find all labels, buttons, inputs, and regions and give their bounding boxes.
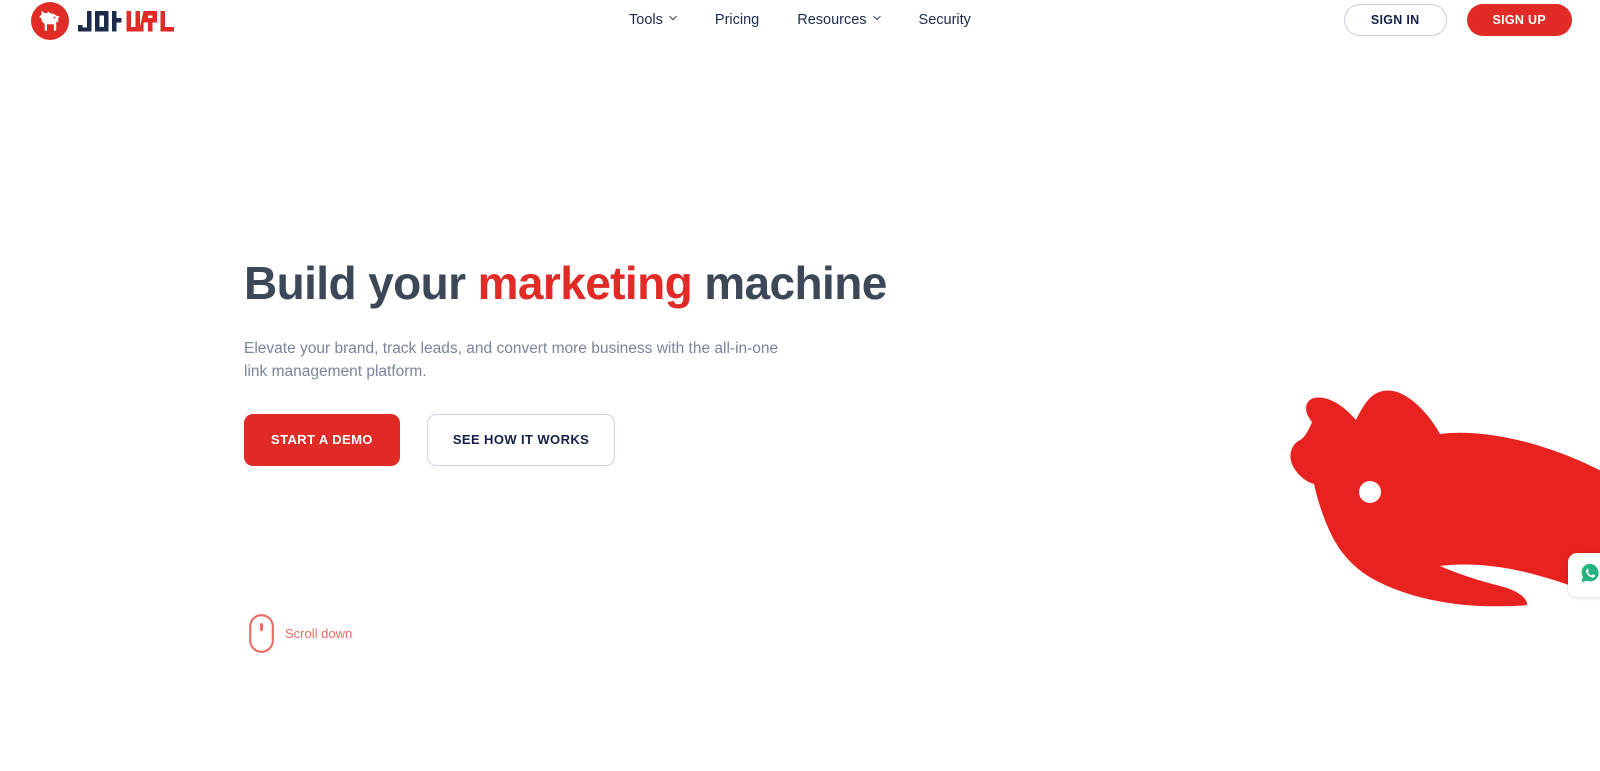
sign-in-button[interactable]: SIGN IN <box>1343 4 1447 36</box>
start-a-demo-button[interactable]: START A DEMO <box>244 413 400 466</box>
headline-accent-word: marketing <box>477 257 693 309</box>
scroll-down-label: Scroll down <box>285 626 353 641</box>
chevron-down-icon <box>872 14 881 22</box>
whatsapp-chat-button[interactable] <box>1568 553 1600 597</box>
nav-item-security[interactable]: Security <box>900 12 990 28</box>
headline-part-1: Build your <box>244 257 478 309</box>
chevron-down-icon <box>669 14 677 22</box>
nav-item-label: Resources <box>797 12 867 28</box>
nav-item-label: Tools <box>629 12 663 28</box>
site-header: Tools Pricing Resources Security SIGN IN <box>0 0 1600 40</box>
auth-buttons: SIGN IN SIGN UP <box>1343 4 1572 36</box>
hero-subheading: Elevate your brand, track leads, and con… <box>244 339 779 381</box>
hero-section: Build your marketing machine Elevate you… <box>244 257 1024 466</box>
nav-item-label: Pricing <box>714 12 760 28</box>
hero-cta-row: START A DEMO SEE HOW IT WORKS <box>244 413 1024 466</box>
dog-mascot-illustration <box>1284 386 1600 626</box>
headline-part-2: machine <box>692 257 887 309</box>
sign-up-button[interactable]: SIGN UP <box>1466 4 1572 36</box>
scroll-down-indicator[interactable]: Scroll down <box>249 614 352 653</box>
nav-item-tools[interactable]: Tools <box>610 12 696 28</box>
landing-page: Tools Pricing Resources Security SIGN IN <box>0 0 1600 771</box>
see-how-it-works-button[interactable]: SEE HOW IT WORKS <box>426 413 616 466</box>
page-title: Build your marketing machine <box>244 257 1024 310</box>
nav-item-label: Security <box>918 12 971 28</box>
nav-item-resources[interactable]: Resources <box>778 12 899 28</box>
nav-item-pricing[interactable]: Pricing <box>696 12 778 28</box>
whatsapp-chat-icon <box>1579 562 1600 589</box>
mouse-scroll-icon <box>249 614 274 653</box>
